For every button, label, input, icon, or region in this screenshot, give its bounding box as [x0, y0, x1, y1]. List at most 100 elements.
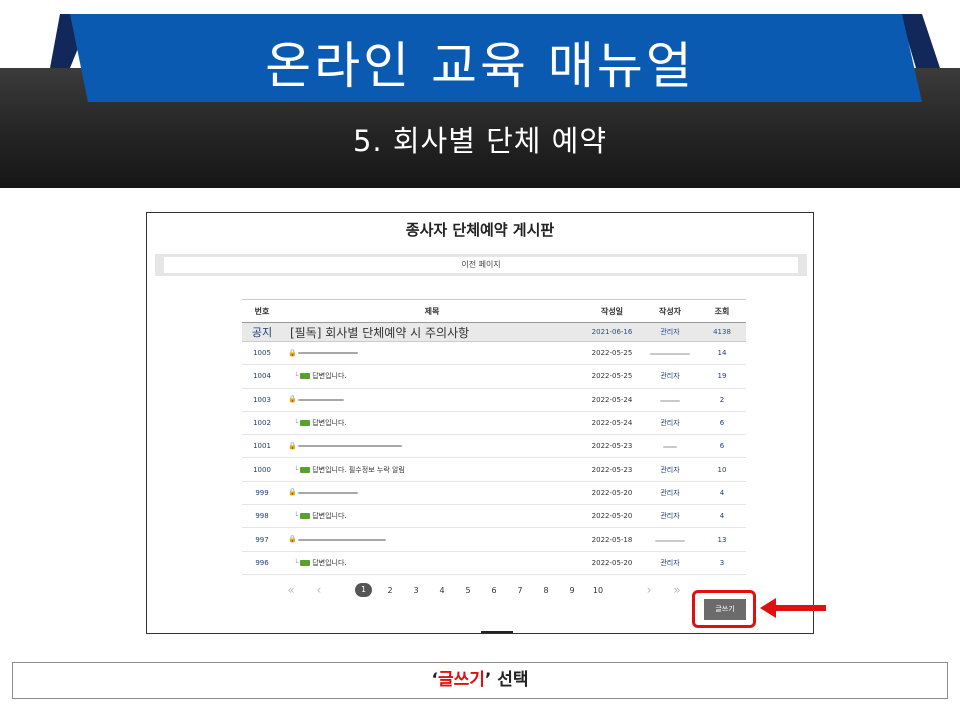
table-header: 번호 제목 작성일 작성자 조회 — [242, 299, 746, 323]
page-5-button[interactable]: 5 — [455, 586, 481, 595]
row-title[interactable]: └ 답변입니다. 필수정보 누락 알림 — [282, 465, 582, 475]
row-author: 관리자 — [660, 372, 680, 381]
page-10-button[interactable]: 10 — [585, 586, 611, 595]
table-row[interactable]: 997 🔒 2022-05-18 13 — [242, 528, 746, 552]
row-views: 14 — [717, 349, 727, 358]
reply-badge-icon — [300, 466, 311, 473]
redacted-title — [298, 538, 386, 541]
row-number: 1002 — [253, 419, 271, 428]
prev-page-button[interactable]: 이전 페이지 — [164, 257, 798, 273]
notice-views: 4138 — [713, 328, 731, 336]
reply-indent-icon: └ — [294, 512, 299, 521]
next-page-icon[interactable]: › — [635, 583, 663, 597]
row-author — [642, 442, 698, 450]
page-6-button[interactable]: 6 — [481, 586, 507, 595]
col-date: 작성일 — [600, 306, 624, 316]
row-title[interactable]: 🔒 — [282, 489, 582, 496]
row-views: 4 — [719, 488, 725, 497]
col-author: 작성자 — [658, 306, 682, 316]
prev-page-icon[interactable]: ‹ — [305, 583, 333, 597]
reply-indent-icon: └ — [294, 558, 299, 567]
table-row[interactable]: 1005 🔒 2022-05-25 14 — [242, 342, 746, 366]
col-no: 번호 — [254, 306, 270, 316]
page-7-button[interactable]: 7 — [507, 586, 533, 595]
first-page-icon[interactable]: « — [277, 583, 305, 597]
page-4-button[interactable]: 4 — [429, 586, 455, 595]
page-1-button[interactable]: 1 — [355, 583, 372, 597]
redacted-title — [298, 352, 358, 355]
row-title[interactable]: 🔒 — [282, 348, 582, 357]
caption-rest: 선택 — [491, 670, 529, 690]
row-number: 998 — [255, 512, 269, 521]
page-3-button[interactable]: 3 — [403, 586, 429, 595]
redacted-author — [660, 399, 680, 402]
row-views: 6 — [719, 442, 725, 451]
notice-title[interactable]: [필독] 회사별 단체예약 시 주의사항 — [282, 324, 582, 341]
col-title: 제목 — [424, 306, 440, 316]
row-author — [642, 396, 698, 404]
title-banner: 온라인 교육 매뉴얼 — [0, 0, 960, 104]
page-2-button[interactable]: 2 — [377, 586, 403, 595]
scroll-indicator — [481, 631, 513, 633]
row-date: 2022-05-20 — [591, 558, 633, 567]
redacted-title — [298, 445, 402, 448]
reply-indent-icon: └ — [294, 419, 299, 428]
row-title[interactable]: └ 답변입니다. — [282, 418, 582, 428]
redacted-title — [298, 491, 358, 494]
table-row[interactable]: 1004 └ 답변입니다. 2022-05-25 관리자 19 — [242, 365, 746, 389]
row-date: 2022-05-24 — [591, 419, 633, 428]
row-author — [642, 349, 698, 357]
row-author — [642, 536, 698, 544]
reply-badge-icon — [300, 559, 311, 566]
redacted-author — [650, 353, 690, 356]
lock-icon: 🔒 — [288, 441, 297, 450]
table-row[interactable]: 996 └ 답변입니다. 2022-05-20 관리자 3 — [242, 552, 746, 575]
row-author: 관리자 — [660, 558, 680, 567]
notice-row[interactable]: 공지 [필독] 회사별 단체예약 시 주의사항 2021-06-16 관리자 4… — [242, 323, 746, 342]
prev-page-bar: 이전 페이지 — [155, 254, 807, 276]
page-8-button[interactable]: 8 — [533, 586, 559, 595]
reply-title-text: 답변입니다. — [312, 558, 347, 567]
table-row[interactable]: 1002 └ 답변입니다. 2022-05-24 관리자 6 — [242, 412, 746, 436]
reply-title-text: 답변입니다. 필수정보 누락 알림 — [312, 465, 405, 474]
redacted-author — [663, 446, 677, 449]
board-title: 종사자 단체예약 게시판 — [405, 221, 555, 239]
reply-badge-icon — [300, 373, 311, 380]
table-row[interactable]: 1001 🔒 2022-05-23 6 — [242, 435, 746, 459]
table-row[interactable]: 1000 └ 답변입니다. 필수정보 누락 알림 2022-05-23 관리자 10 — [242, 458, 746, 482]
row-number: 999 — [255, 488, 269, 497]
reply-indent-icon: └ — [294, 372, 299, 381]
page-9-button[interactable]: 9 — [559, 586, 585, 595]
page-numbers: 1 2 3 4 5 6 7 8 9 10 — [353, 583, 611, 597]
row-number: 1004 — [253, 372, 271, 381]
notice-date: 2021-06-16 — [591, 328, 633, 336]
row-date: 2022-05-25 — [591, 372, 633, 381]
main-title: 온라인 교육 매뉴얼 — [265, 37, 695, 95]
row-number: 997 — [255, 535, 269, 544]
table-row[interactable]: 998 └ 답변입니다. 2022-05-20 관리자 4 — [242, 505, 746, 529]
notice-label: 공지 — [251, 326, 273, 339]
row-title[interactable]: 🔒 — [282, 396, 582, 403]
row-title[interactable]: 🔒 — [282, 536, 582, 543]
row-date: 2022-05-25 — [591, 349, 633, 358]
lock-icon: 🔒 — [288, 348, 297, 357]
row-number: 1001 — [253, 442, 271, 451]
col-views: 조회 — [714, 306, 730, 316]
write-button-highlight — [692, 590, 756, 628]
row-title[interactable]: 🔒 — [282, 441, 582, 450]
row-number: 1003 — [253, 395, 271, 404]
last-page-icon[interactable]: » — [663, 583, 691, 597]
row-date: 2022-05-23 — [591, 442, 633, 451]
board-table: 번호 제목 작성일 작성자 조회 공지 [필독] 회사별 단체예약 시 주의사항… — [242, 299, 746, 575]
instruction-caption: ‘글쓰기’ 선택 — [12, 662, 948, 699]
table-row[interactable]: 1003 🔒 2022-05-24 2 — [242, 389, 746, 412]
row-views: 2 — [719, 395, 725, 404]
row-title[interactable]: └ 답변입니다. — [282, 371, 582, 381]
row-number: 996 — [255, 558, 269, 567]
row-views: 6 — [719, 419, 725, 428]
row-title[interactable]: └ 답변입니다. — [282, 511, 582, 521]
table-row[interactable]: 999 🔒 2022-05-20 관리자 4 — [242, 482, 746, 506]
redacted-title — [298, 398, 344, 401]
row-title[interactable]: └ 답변입니다. — [282, 558, 582, 568]
reply-title-text: 답변입니다. — [312, 512, 347, 521]
